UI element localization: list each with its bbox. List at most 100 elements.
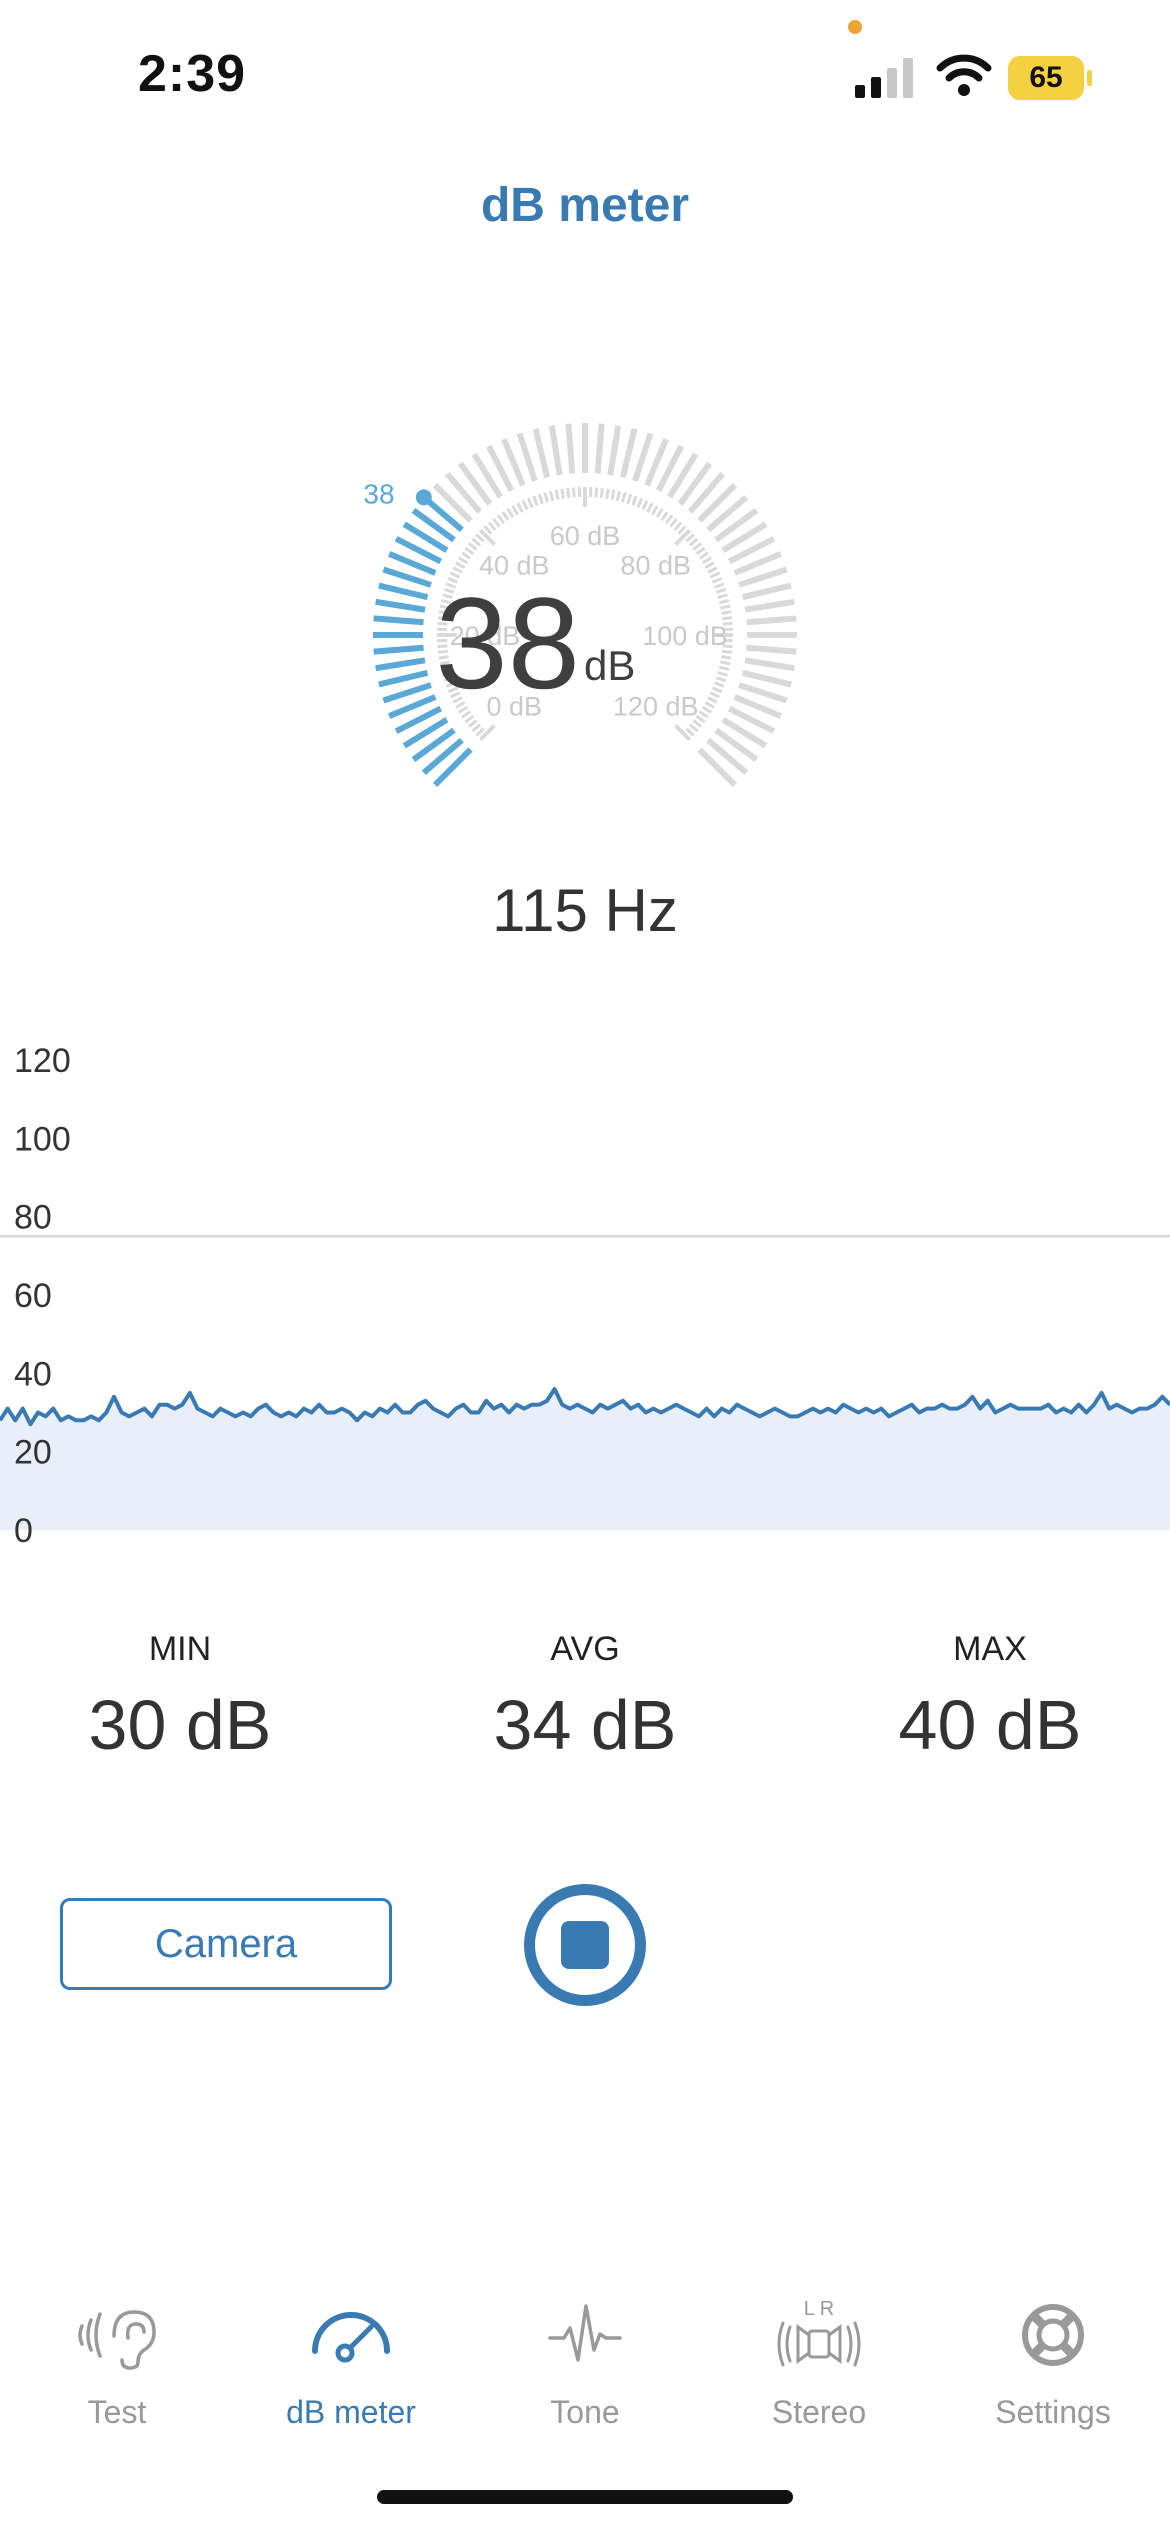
gauge-scale-tick: [707, 696, 718, 704]
gauge-scale-tick: [677, 525, 687, 535]
gauge-scale-tick: [487, 521, 497, 532]
battery-indicator: 65: [1008, 56, 1092, 100]
gauge-scale-tick: [701, 556, 712, 565]
gauge-scale-tick: [478, 724, 496, 742]
stop-recording-button[interactable]: [524, 1884, 646, 2006]
gauge-scale-tick: [669, 517, 678, 528]
gauge-scale-tick: [713, 582, 725, 589]
gauge-scale-tick: [464, 714, 475, 724]
gauge-scale-tick: [455, 561, 466, 569]
gauge-scale-tick: [709, 571, 721, 579]
gauge-scale-tick: [720, 604, 731, 610]
speedometer-icon: [312, 2312, 390, 2363]
gauge-level-tick: [373, 644, 424, 655]
gauge-level-tick: [548, 425, 563, 476]
gauge-scale-tick: [685, 727, 695, 737]
hearing-test-icon: [78, 2310, 156, 2370]
gauge-scale-tick: [471, 723, 482, 733]
gauge-scale-tick: [698, 710, 709, 719]
gauge-level-tick: [607, 425, 622, 476]
gauge-scale-tick: [492, 517, 501, 528]
gauge-scale-tick: [506, 508, 515, 519]
gauge-scale-tick: [458, 556, 469, 565]
tab-label: dB meter: [286, 2394, 416, 2430]
max-label: MAX: [953, 1630, 1027, 1668]
gauge-scale-tick: [548, 490, 555, 502]
gauge-scale-tick: [631, 495, 638, 507]
gauge-scale-tick: [704, 561, 715, 569]
gauge-level-tick: [741, 582, 792, 601]
gauge-scale-tick: [641, 499, 649, 511]
gauge-scale-tick: [605, 488, 610, 499]
gauge-scale-tick: [594, 487, 599, 498]
gauge-scale-tick: [478, 528, 496, 546]
microphone-in-use-indicator: [848, 20, 862, 34]
gauge-unit: dB: [584, 642, 635, 689]
gauge-level-tick: [375, 657, 426, 672]
tab-tone[interactable]: Tone: [468, 2290, 702, 2431]
min-value: 30 dB: [88, 1686, 272, 1764]
gauge-pointer: [415, 489, 432, 506]
gauge-scale-tick: [673, 521, 683, 532]
gauge-scale-tick: [464, 546, 475, 556]
tab-stereo[interactable]: L R Stereo: [702, 2290, 936, 2431]
gauge-level-tick: [632, 432, 654, 482]
gauge-level-tick: [738, 682, 788, 704]
avg-stat: AVG 34 dB: [435, 1630, 735, 1765]
gauge-scale-label: 60 dB: [550, 521, 621, 551]
tab-settings[interactable]: Settings: [936, 2290, 1170, 2431]
tab-db-meter[interactable]: dB meter: [234, 2290, 468, 2431]
gauge-scale-tick: [467, 542, 478, 551]
gauge-level-tick: [532, 428, 551, 479]
gauge-scale-tick: [711, 686, 723, 694]
decibel-history-chart: 120 100 80 60 40 20 0: [0, 1042, 1170, 1550]
chart-y-tick-label: 0: [14, 1512, 33, 1550]
chart-y-tick-label: 40: [14, 1355, 52, 1393]
gauge-scale-tick: [674, 724, 692, 742]
gauge-scale-tick: [471, 537, 482, 547]
stereo-speaker-icon: L R: [777, 2298, 861, 2367]
gauge-current-value: 38: [435, 570, 580, 716]
camera-button[interactable]: Camera: [60, 1898, 392, 1990]
gauge-level-tick: [746, 615, 797, 626]
gauge-level-tick: [565, 423, 576, 474]
gauge-level-tick: [619, 428, 638, 479]
tab-test[interactable]: Test: [0, 2290, 234, 2431]
gauge-scale-tick: [543, 492, 549, 503]
gauge-scale-tick: [709, 691, 721, 699]
gauge-scale-tick: [674, 528, 692, 546]
svg-text:L R: L R: [804, 2298, 834, 2320]
gauge-scale-tick: [660, 511, 669, 522]
gauge-scale-tick: [526, 497, 534, 509]
gauge-scale-tick: [475, 727, 485, 737]
gauge-scale-tick: [718, 665, 730, 672]
gauge-level-tick: [382, 682, 432, 704]
gauge-level-tick: [594, 423, 605, 474]
gauge-scale-tick: [516, 502, 524, 513]
gauge-scale-tick: [721, 610, 732, 615]
gauge-scale-tick: [717, 671, 728, 677]
gauge-level-tick: [744, 657, 795, 672]
gauge-pointer-label: 38: [363, 478, 394, 509]
gauge-scale-tick: [521, 499, 529, 511]
wifi-icon: [936, 54, 992, 96]
gauge-level-tick: [746, 644, 797, 655]
gauge-scale-tick: [537, 493, 544, 505]
page-title: dB meter: [480, 179, 690, 232]
gauge-scale-tick: [713, 681, 725, 688]
gauge-scale-tick: [571, 487, 576, 498]
chart-y-tick-label: 20: [14, 1434, 52, 1472]
gauge-level-tick: [373, 615, 424, 626]
gauge-scale-tick: [701, 705, 712, 714]
gauge-scale-label: 100 dB: [642, 621, 728, 651]
min-stat: MIN 30 dB: [30, 1630, 330, 1765]
gauge-scale-tick: [615, 490, 622, 502]
gauge-level-tick: [378, 669, 429, 688]
gauge-scale-tick: [698, 551, 709, 560]
status-time: 2:39: [138, 45, 247, 103]
max-value: 40 dB: [898, 1686, 1082, 1764]
gauge-scale-tick: [475, 533, 485, 543]
gauge-scale-tick: [688, 537, 699, 547]
gauge-scale-tick: [717, 593, 728, 599]
tab-label: Test: [87, 2394, 147, 2430]
